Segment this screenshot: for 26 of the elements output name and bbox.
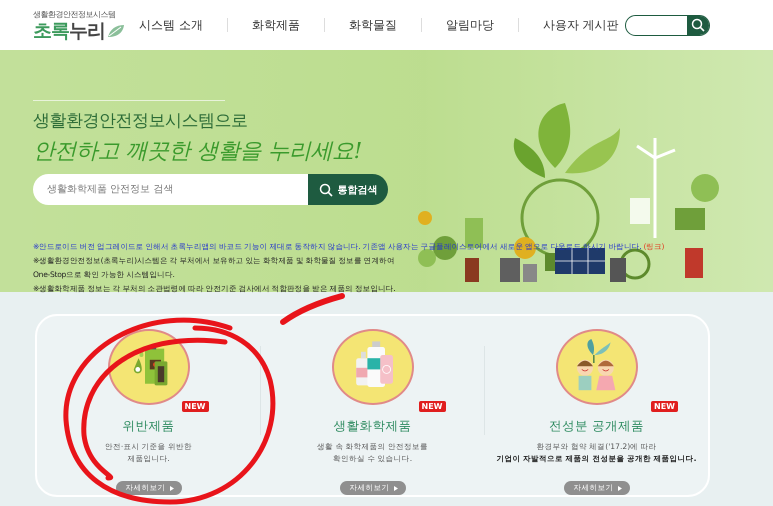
nav-link[interactable]: 사용자 게시판	[536, 16, 625, 34]
search-icon	[691, 18, 705, 32]
card-title[interactable]: 생활화학제품	[334, 418, 412, 433]
new-badge: NEW	[651, 401, 678, 412]
nav-link[interactable]: 화학제품	[246, 16, 306, 34]
logo-text[interactable]: 초록누리	[33, 20, 105, 42]
caret-icon	[170, 486, 174, 490]
search-field[interactable]	[624, 14, 710, 36]
integrated-search-button[interactable]: 통합검색	[308, 174, 388, 205]
leaf-icon	[107, 24, 125, 38]
nav-link[interactable]: 알림마당	[440, 16, 500, 34]
card-title[interactable]: 전성분 공개제품	[549, 418, 644, 433]
card-title[interactable]: 위반제품	[122, 418, 174, 433]
caret-icon	[394, 486, 398, 490]
new-badge: NEW	[182, 401, 208, 412]
logo-subtitle: 생활환경안전정보시스템	[33, 8, 116, 20]
hero-heading: 생활환경안전정보시스템으로	[33, 110, 248, 132]
search-icon	[318, 182, 332, 196]
nav-link[interactable]: 화학물질	[342, 16, 403, 34]
new-badge: NEW	[418, 401, 446, 412]
hero-slogan: 안전하고 깨끗한 생활을 누리세요!	[33, 138, 363, 166]
caret-icon	[618, 486, 622, 490]
hand-drawn-stroke-drawing	[280, 293, 345, 325]
search-button[interactable]	[687, 16, 709, 34]
nav-link[interactable]: 시스템 소개	[133, 16, 209, 34]
product-search-field[interactable]: 생활화학제품 안전정보 검색	[33, 174, 308, 205]
